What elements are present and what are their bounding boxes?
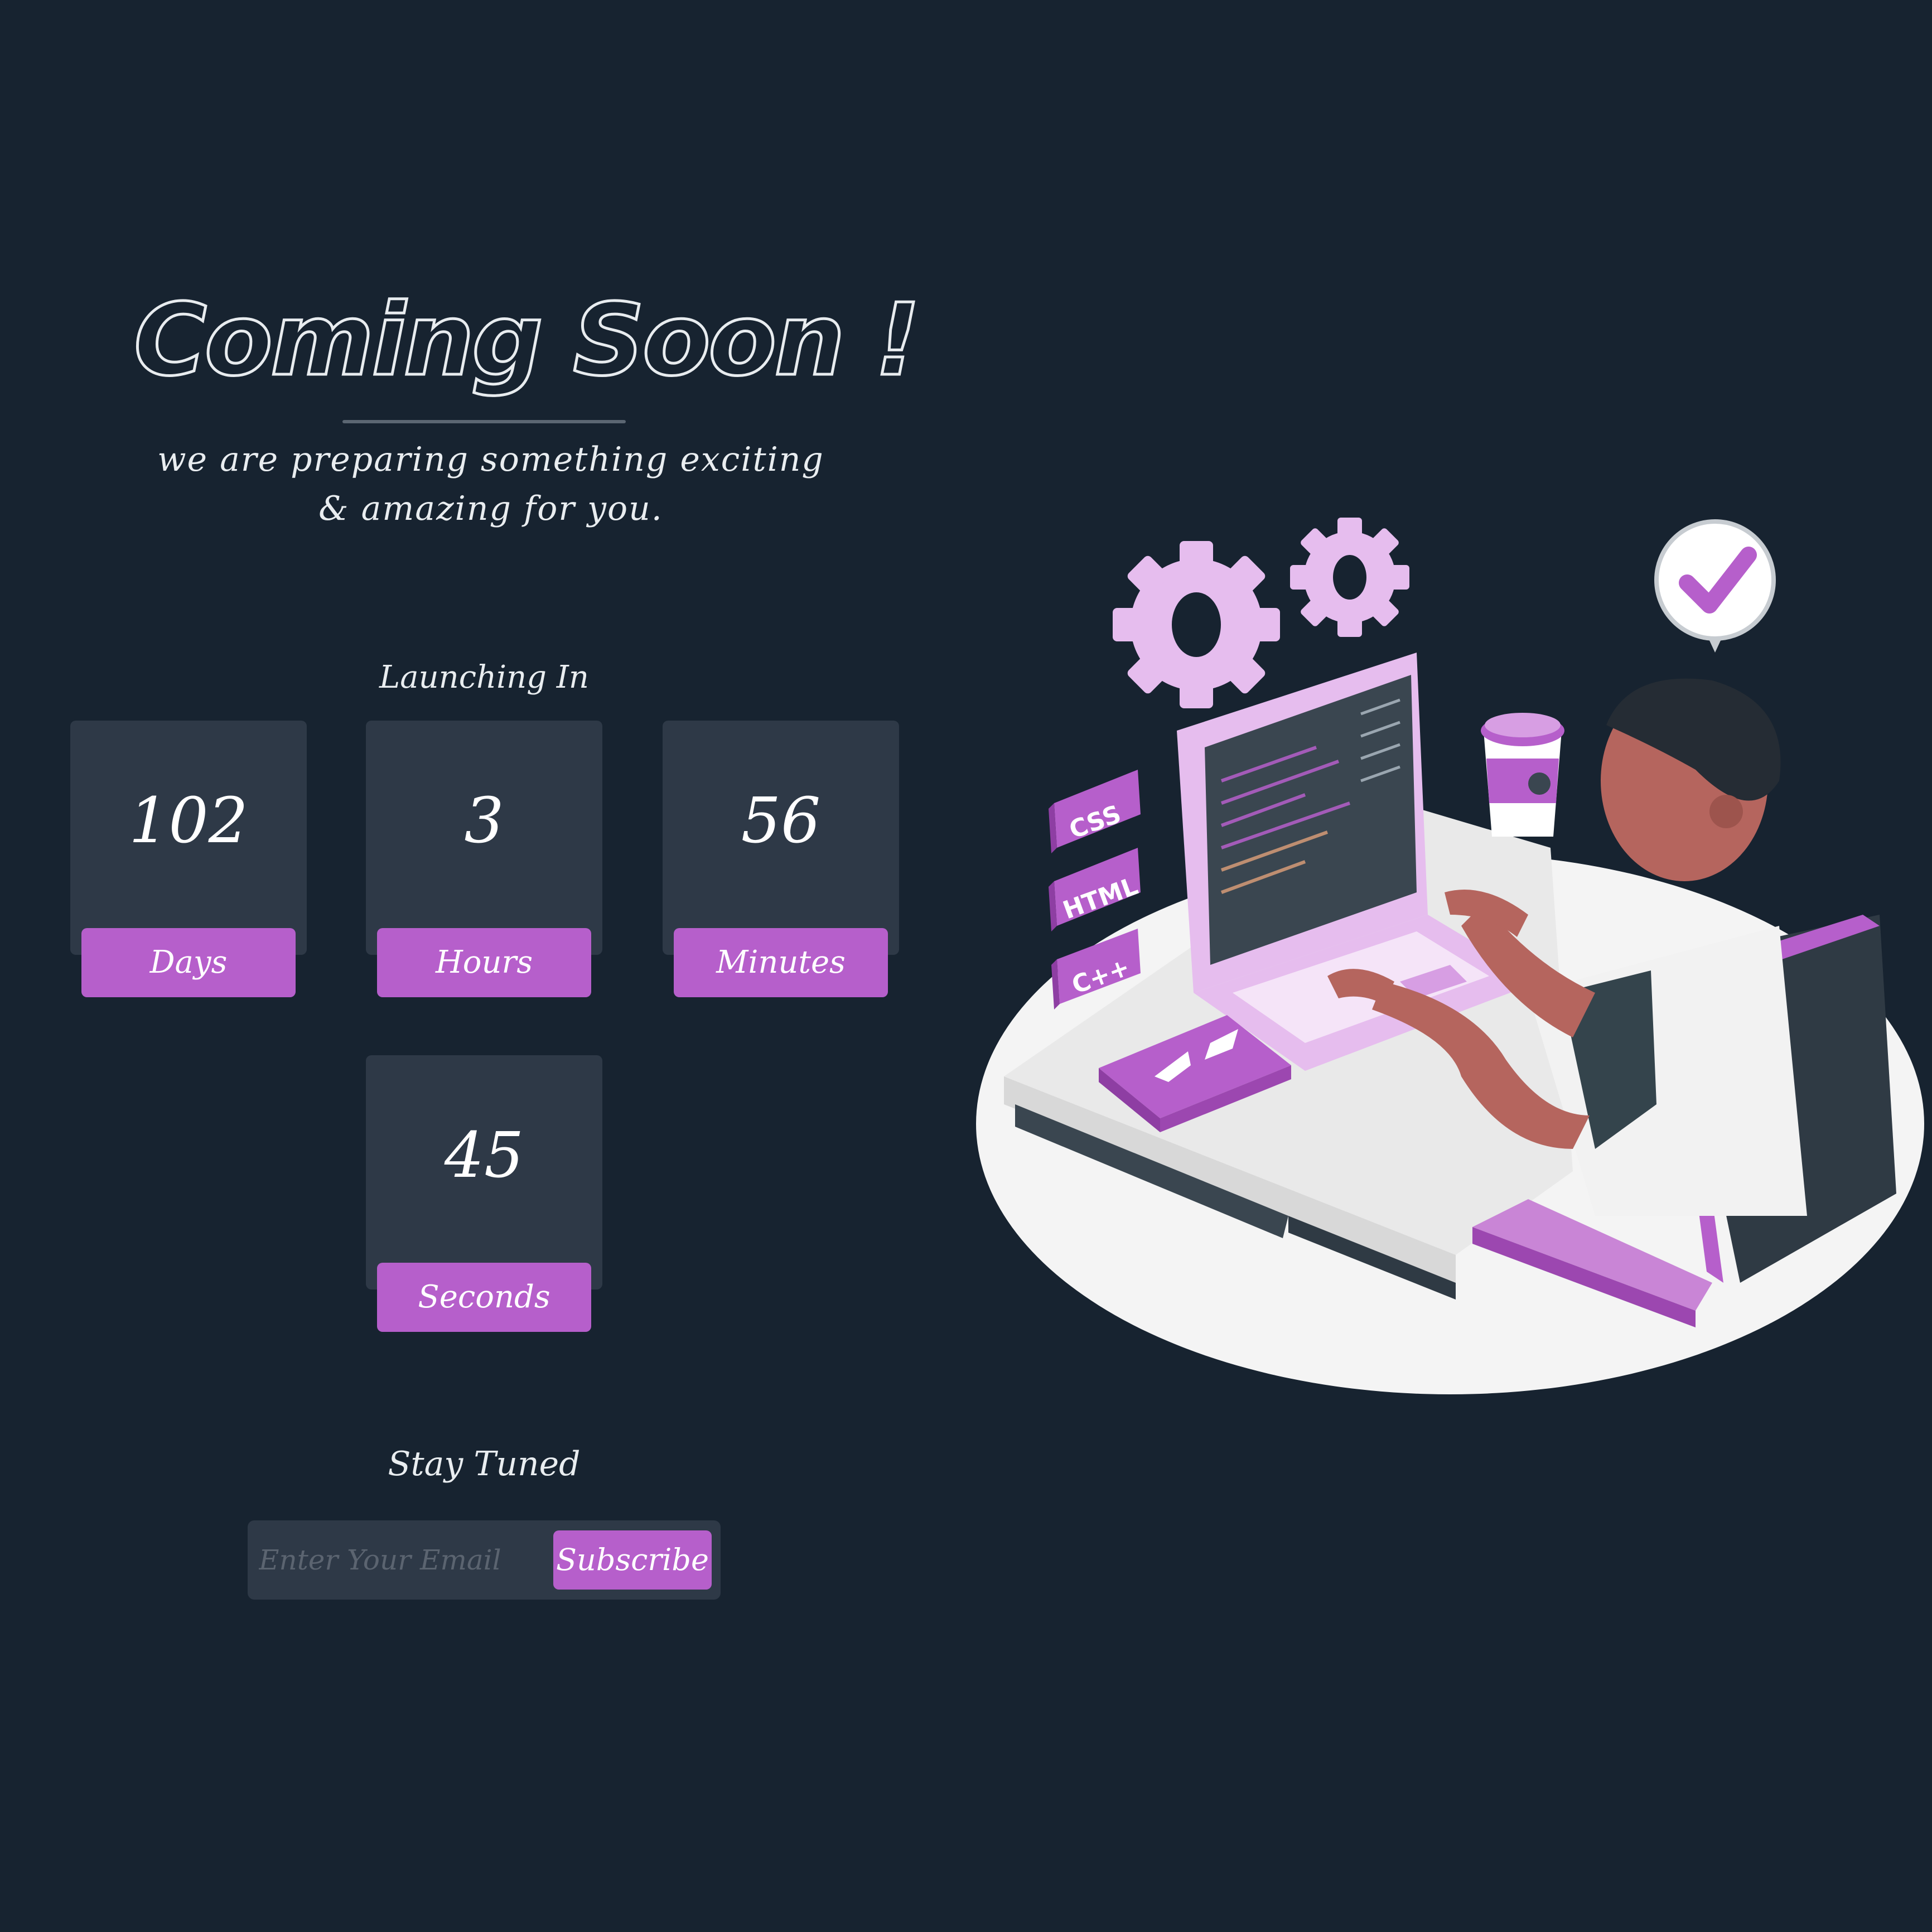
countdown-card-seconds: 45 Seconds <box>366 1055 602 1332</box>
countdown-card-hours: 3 Hours <box>366 721 602 997</box>
gear-icon <box>1113 541 1280 708</box>
coming-soon-page: Coming Soon ! we are preparing something… <box>0 0 1932 1932</box>
email-field[interactable] <box>259 1532 549 1588</box>
content-column: Coming Soon ! we are preparing something… <box>0 0 970 1932</box>
countdown-card-minutes: 56 Minutes <box>663 721 899 997</box>
page-subtitle: we are preparing something exciting & am… <box>157 440 824 528</box>
developer-illustration-svg: CSS HTML C++ <box>976 518 1924 1394</box>
countdown-heading: Launching In <box>379 659 589 695</box>
countdown-label-seconds: Seconds <box>377 1263 591 1332</box>
gear-icon <box>1290 518 1409 637</box>
subscribe-button[interactable]: Subscribe <box>553 1530 712 1590</box>
countdown-card-days: 102 Days <box>70 721 307 997</box>
newsletter-heading: Stay Tuned <box>388 1445 581 1484</box>
code-tag-html: HTML <box>1049 848 1142 931</box>
developer-illustration: CSS HTML C++ <box>970 491 1932 1417</box>
countdown-label-days: Days <box>81 928 296 997</box>
countdown-label-minutes: Minutes <box>674 928 888 997</box>
subscribe-form: Subscribe <box>248 1520 721 1600</box>
checkmark-icon <box>1654 519 1776 653</box>
countdown-value-days: 102 <box>129 785 248 857</box>
coffee-cup <box>1481 713 1564 837</box>
page-title: Coming Soon ! <box>133 281 922 399</box>
code-tag-css: CSS <box>1049 770 1141 853</box>
countdown-value-hours: 3 <box>464 785 504 857</box>
title-divider <box>342 420 626 423</box>
countdown-value-minutes: 56 <box>741 785 821 857</box>
countdown-label-hours: Hours <box>377 928 591 997</box>
countdown-value-seconds: 45 <box>444 1119 524 1192</box>
